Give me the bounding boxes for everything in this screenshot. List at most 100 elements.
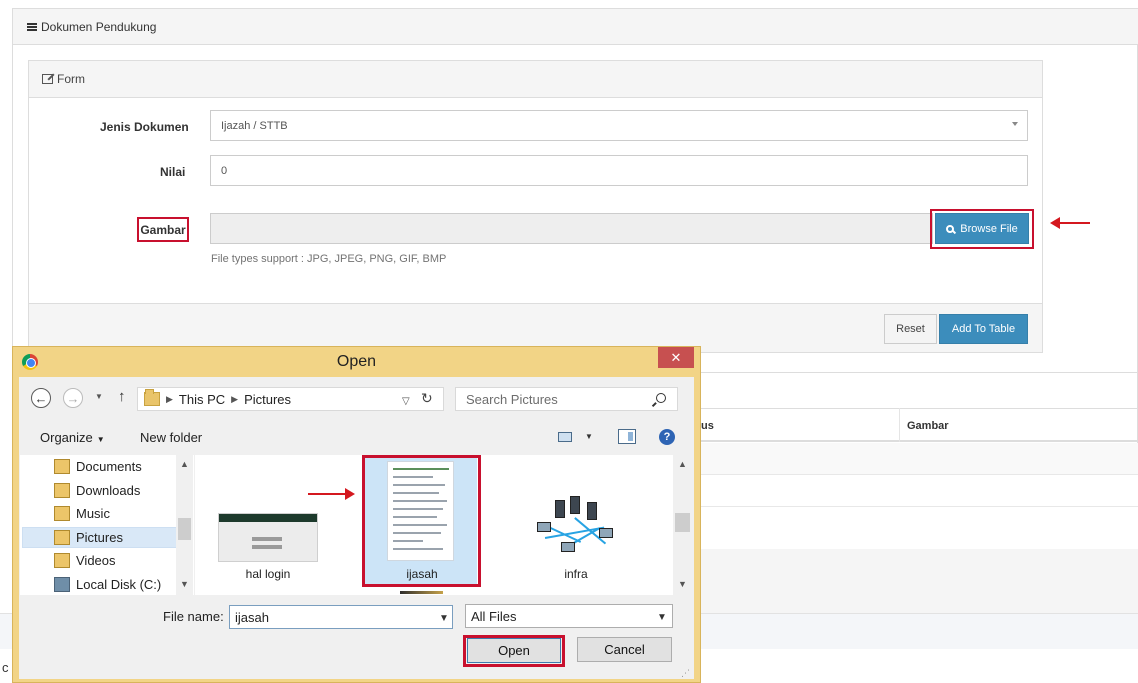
nav-item-downloads[interactable]: Downloads — [54, 483, 140, 498]
new-folder-button[interactable]: New folder — [140, 430, 202, 445]
videos-folder-icon — [54, 553, 70, 568]
partial-thumbnail — [400, 591, 443, 594]
caret-down-icon — [1012, 122, 1018, 126]
panel-header — [13, 9, 1138, 45]
resize-grip-icon[interactable]: ⋰ — [681, 668, 690, 679]
downloads-folder-icon — [54, 483, 70, 498]
red-arrow-left-icon — [1050, 217, 1090, 229]
red-arrow-right-icon — [308, 488, 355, 500]
panel-title: Dokumen Pendukung — [27, 20, 156, 34]
table-row — [690, 507, 1138, 549]
close-button[interactable]: ✕ — [658, 347, 694, 368]
document-type-value: Ijazah / STTB — [221, 120, 288, 132]
file-name-infra[interactable]: infra — [521, 567, 631, 581]
scroll-up-icon[interactable]: ▲ — [180, 459, 189, 469]
address-bar[interactable]: ▶ This PC ▶ Pictures — [137, 387, 444, 411]
reset-button[interactable]: Reset — [884, 314, 937, 344]
recent-locations-button[interactable]: ▼ — [95, 392, 103, 401]
breadcrumb-this-pc[interactable]: This PC — [179, 392, 225, 407]
cancel-button[interactable]: Cancel — [577, 637, 672, 662]
organize-menu[interactable]: Organize ▼ — [40, 430, 105, 445]
value-input-text: 0 — [221, 165, 228, 177]
file-name-hal-login[interactable]: hal login — [213, 567, 323, 581]
column-divider — [899, 408, 900, 442]
view-dropdown-icon[interactable]: ▼ — [585, 432, 593, 441]
up-folder-button[interactable]: ↑ — [118, 388, 126, 405]
thumbnail-field — [252, 545, 282, 549]
help-icon[interactable]: ? — [659, 429, 675, 445]
file-name-dropdown-icon[interactable]: ▼ — [439, 613, 449, 624]
file-name-input[interactable]: ijasah — [229, 605, 453, 629]
pictures-folder-icon — [54, 530, 70, 545]
folder-icon — [144, 389, 160, 406]
refresh-icon: ↻ — [421, 390, 433, 406]
dialog-title: Open — [336, 353, 377, 370]
nav-item-documents[interactable]: Documents — [54, 459, 142, 474]
form-title: Form — [42, 72, 85, 86]
nav-item-videos[interactable]: Videos — [54, 553, 116, 568]
chevron-down-icon: ▼ — [95, 392, 103, 401]
file-type-dropdown-icon[interactable]: ▼ — [657, 612, 667, 623]
edit-icon — [42, 74, 53, 84]
preview-pane-icon[interactable] — [618, 429, 636, 444]
nav-item-pictures[interactable]: Pictures — [54, 530, 123, 545]
value-input[interactable]: 0 — [210, 155, 1028, 186]
nav-item-label: Local Disk (C:) — [76, 577, 162, 592]
scroll-down-icon[interactable]: ▼ — [180, 579, 189, 589]
address-history-dropdown[interactable]: ▽ — [402, 396, 410, 407]
file-thumbnail-hal-login[interactable] — [218, 513, 318, 562]
open-button[interactable]: Open — [467, 638, 561, 663]
bars-icon — [27, 23, 37, 31]
image-file-input[interactable] — [210, 213, 933, 244]
nav-scroll-thumb[interactable] — [178, 518, 191, 540]
file-name-value: ijasah — [235, 610, 269, 625]
nav-item-label: Music — [76, 506, 110, 521]
scroll-down-icon[interactable]: ▼ — [678, 579, 687, 589]
arrow-left-icon: ← — [34, 390, 48, 406]
file-name-label: File name: — [163, 609, 224, 624]
form-panel-header — [29, 61, 1042, 98]
nav-item-music[interactable]: Music — [54, 506, 110, 521]
column-header-status: us — [701, 420, 714, 432]
image-label: Gambar — [137, 217, 189, 242]
file-scroll-thumb[interactable] — [675, 513, 690, 532]
refresh-button[interactable]: ↻ — [421, 390, 433, 407]
nav-item-label: Downloads — [76, 483, 141, 498]
server-icon — [570, 496, 580, 514]
add-to-table-button[interactable]: Add To Table — [939, 314, 1028, 344]
nav-item-label: Pictures — [76, 530, 123, 545]
browse-file-label: Browse File — [960, 222, 1018, 235]
scroll-up-icon[interactable]: ▲ — [678, 459, 687, 469]
documents-folder-icon — [54, 459, 70, 474]
file-thumbnail-infra[interactable] — [525, 492, 625, 562]
browse-file-button[interactable]: Browse File — [935, 213, 1029, 244]
chevron-down-icon: ▽ — [402, 396, 410, 407]
back-button[interactable]: ← — [31, 388, 51, 408]
file-type-hint: File types support : JPG, JPEG, PNG, GIF… — [211, 253, 447, 265]
nav-item-label: Videos — [76, 553, 116, 568]
edge-text: c — [2, 660, 9, 675]
search-input[interactable]: Search Pictures — [455, 387, 678, 411]
forward-button[interactable]: → — [63, 388, 83, 408]
thumbnail-field — [252, 537, 282, 541]
monitor-icon — [537, 522, 551, 532]
breadcrumb-pictures[interactable]: Pictures — [244, 392, 291, 407]
panel-title-text: Dokumen Pendukung — [41, 20, 157, 34]
search-icon — [946, 224, 955, 233]
file-type-select[interactable]: All Files — [465, 604, 673, 628]
search-placeholder: Search Pictures — [466, 392, 558, 407]
document-type-select[interactable]: Ijazah / STTB — [210, 110, 1028, 141]
file-name-ijasah[interactable]: ijasah — [367, 567, 477, 581]
monitor-icon — [599, 528, 613, 538]
document-type-label: Jenis Dokumen — [100, 120, 189, 134]
search-icon[interactable] — [656, 393, 666, 403]
server-icon — [555, 500, 565, 518]
monitor-icon — [561, 542, 575, 552]
table-row — [690, 475, 1138, 507]
arrow-up-icon: ↑ — [118, 388, 126, 405]
chevron-right-icon: ▶ — [231, 393, 239, 404]
chevron-right-icon: ▶ — [166, 393, 173, 404]
value-label: Nilai — [160, 165, 186, 179]
view-options-icon[interactable] — [558, 432, 572, 442]
nav-item-local-disk[interactable]: Local Disk (C:) — [54, 577, 161, 592]
